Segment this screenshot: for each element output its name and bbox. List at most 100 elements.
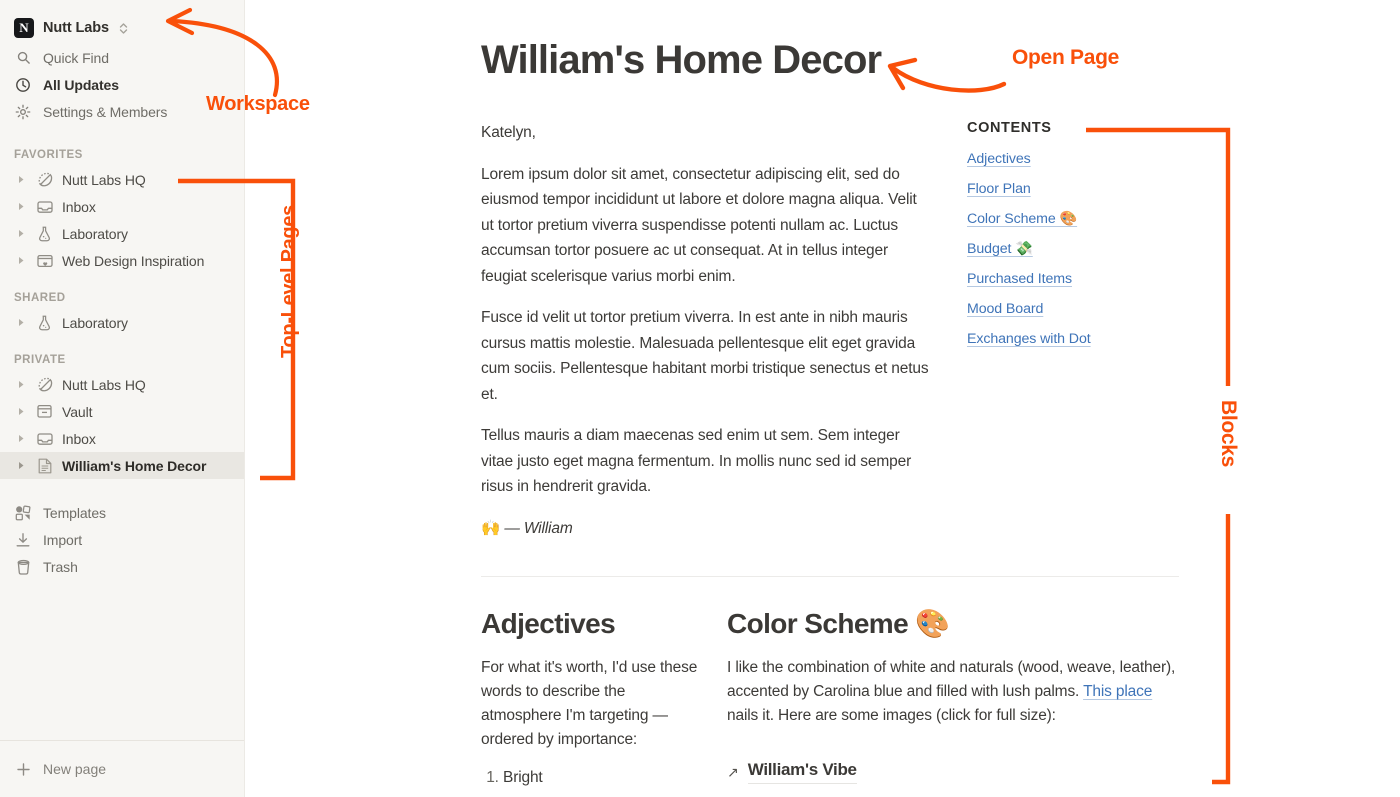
paragraph-1: Lorem ipsum dolor sit amet, consectetur … [481,165,917,285]
chevron-right-icon[interactable] [16,380,27,389]
workspace-switcher[interactable]: N Nutt Labs [0,12,244,44]
chevron-right-icon[interactable] [16,434,27,443]
gear-icon [14,103,32,121]
chevron-right-icon[interactable] [16,407,27,416]
list-item: Bright [503,762,703,793]
plus-icon [14,760,32,778]
inbox-icon [35,432,54,446]
annotation-top-level-pages: Top-Level Pages [278,205,300,358]
paragraph-2: Fusce id velit ut tortor pretium viverra… [481,309,929,403]
sidebar-item-nutt-labs-hq-fav[interactable]: Nutt Labs HQ [0,166,244,193]
color-scheme-heading: Color Scheme 🎨 [727,608,950,639]
bottom-columns: Adjectives For what it's worth, I'd use … [245,608,1400,797]
adjectives-block: Adjectives For what it's worth, I'd use … [481,608,703,797]
sidebar-section-favorites-heading: FAVORITES [14,149,83,161]
top-columns: Katelyn, Lorem ipsum dolor sit amet, con… [245,120,1400,541]
paragraph-3: Tellus mauris a diam maecenas sed enim u… [481,427,912,495]
workspace-name: Nutt Labs [43,20,109,36]
toc-link-budget[interactable]: Budget 💸 [967,241,1237,257]
sidebar-item-label: Templates [43,504,106,521]
sidebar-item-label: Settings & Members [43,103,168,120]
sidebar-item-williams-home-decor[interactable]: William's Home Decor [0,452,244,479]
chevron-right-icon[interactable] [16,175,27,184]
sidebar-item-nutt-labs-hq-private[interactable]: Nutt Labs HQ [0,371,244,398]
toc-link-floor-plan[interactable]: Floor Plan [967,181,1237,197]
toc-link-mood-board[interactable]: Mood Board [967,301,1237,317]
sidebar-item-label: Trash [43,558,78,575]
archive-box-icon [35,404,54,419]
toc-link-adjectives[interactable]: Adjectives [967,151,1237,167]
document-icon [35,458,54,474]
sidebar-item-label: Nutt Labs HQ [62,376,146,393]
sidebar-item-quick-find[interactable]: Quick Find [0,44,244,71]
contents-heading: CONTENTS [967,120,1052,136]
sidebar-item-vault[interactable]: Vault [0,398,244,425]
app-window: N Nutt Labs Quick Find All Updates Setti… [0,0,1400,797]
sidebar-item-laboratory-shared[interactable]: Laboratory [0,309,244,336]
adjectives-intro: For what it's worth, I'd use these words… [481,659,698,749]
arrow-up-right-icon: ↗ [727,763,739,780]
section-divider [481,576,1179,577]
table-of-contents-block: CONTENTS Adjectives Floor Plan Color Sch… [931,120,1237,541]
chevron-right-icon[interactable] [16,202,27,211]
chevron-right-icon[interactable] [16,256,27,265]
sidebar-item-import[interactable]: Import [0,526,244,553]
adjectives-list: Bright Minimal Natural Modern [481,762,703,797]
sidebar-item-label: Web Design Inspiration [62,252,205,269]
toc-link-color-scheme[interactable]: Color Scheme 🎨 [967,211,1237,227]
flask-icon [35,315,54,331]
color-scheme-body: I like the combination of white and natu… [727,656,1187,728]
document: William's Home Decor Katelyn, Lorem ipsu… [245,0,1400,797]
this-place-link[interactable]: This place [1083,683,1152,700]
sidebar-item-label: Import [43,531,83,548]
compass-icon [35,377,54,393]
greeting-text: Katelyn, [481,124,536,141]
sidebar-item-laboratory-fav[interactable]: Laboratory [0,220,244,247]
sidebar-item-web-design-inspiration[interactable]: Web Design Inspiration [0,247,244,274]
sidebar-section-private-heading: PRIVATE [14,354,66,366]
inbox-icon [35,200,54,214]
color-scheme-text-after: nails it. Here are some images (click fo… [727,707,1056,725]
adjectives-heading: Adjectives [481,608,616,639]
flask-icon [35,226,54,242]
annotation-blocks: Blocks [1217,400,1240,468]
sidebar-item-label: Vault [62,403,93,420]
sidebar-section-shared-heading: SHARED [14,292,66,304]
page-title: William's Home Decor [481,38,882,82]
sidebar: N Nutt Labs Quick Find All Updates Setti… [0,0,245,797]
signature-name: — William [504,519,573,537]
new-page-button[interactable]: New page [0,740,244,797]
raised-hands-emoji: 🙌 [481,519,501,537]
sidebar-item-inbox-private[interactable]: Inbox [0,425,244,452]
clock-icon [14,76,32,94]
subpage-title: William's Vibe [747,760,857,785]
chevron-right-icon[interactable] [16,229,27,238]
sidebar-item-templates[interactable]: Templates [0,499,244,526]
annotation-open-page: Open Page [1012,46,1119,69]
letter-column: Katelyn, Lorem ipsum dolor sit amet, con… [481,120,931,541]
sidebar-item-inbox-fav[interactable]: Inbox [0,193,244,220]
compass-icon [35,172,54,188]
sidebar-item-label: William's Home Decor [62,457,207,474]
sidebar-item-trash[interactable]: Trash [0,553,244,580]
toc-link-purchased-items[interactable]: Purchased Items [967,271,1237,287]
search-icon [14,49,32,67]
subpage-williams-vibe[interactable]: ↗ William's Vibe [727,760,1187,785]
sidebar-item-label: Laboratory [62,314,128,331]
chevron-right-icon[interactable] [16,461,27,470]
import-download-icon [14,531,32,549]
color-scheme-block: Color Scheme 🎨 I like the combination of… [703,608,1187,797]
sidebar-item-label: Quick Find [43,49,109,66]
new-page-label: New page [43,761,107,777]
trash-icon [14,558,32,576]
page-content-area: William's Home Decor Katelyn, Lorem ipsu… [245,0,1400,797]
sidebar-item-label: Nutt Labs HQ [62,171,146,188]
chevron-updown-icon [118,22,129,35]
chevron-right-icon[interactable] [16,318,27,327]
toc-link-exchanges-with-dot[interactable]: Exchanges with Dot [967,331,1237,347]
signature-line: 🙌 — William [481,516,931,542]
sidebar-item-label: Laboratory [62,225,128,242]
templates-icon [14,504,32,522]
sidebar-item-label: Inbox [62,430,96,447]
sidebar-item-label: Inbox [62,198,96,215]
